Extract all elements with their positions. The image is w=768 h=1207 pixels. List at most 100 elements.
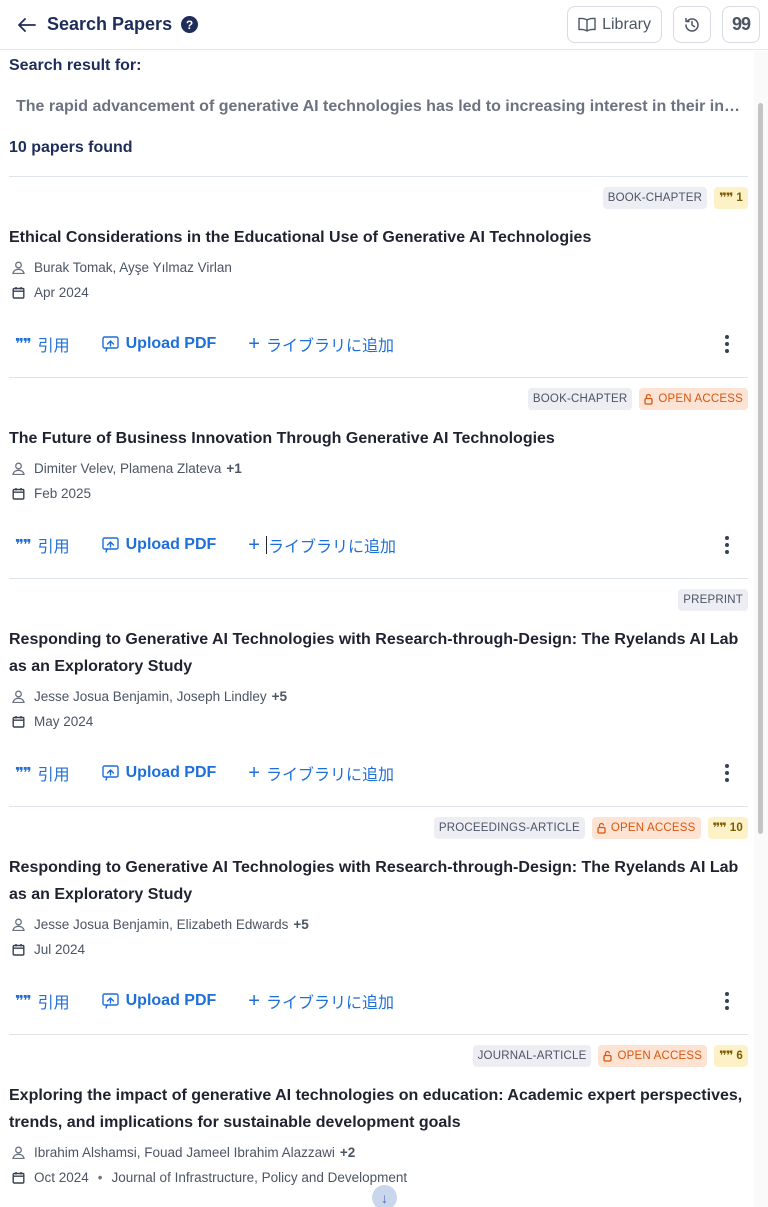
paper-actions: ❞❞ 引用 Upload PDF + ライブラリに追加: [9, 986, 748, 1016]
venue-text: Journal of Infrastructure, Policy and De…: [111, 1169, 408, 1185]
quote-icon: ❞❞: [719, 1048, 733, 1063]
add-to-library-button[interactable]: + ライブラリに追加: [248, 533, 396, 557]
divider: [9, 176, 748, 177]
quote-icon: 99: [731, 14, 751, 34]
upload-icon: [101, 336, 119, 352]
user-icon: [12, 918, 25, 931]
date-text: Oct 2024: [34, 1169, 89, 1185]
search-query-text: The rapid advancement of generative AI t…: [16, 98, 754, 115]
upload-pdf-button[interactable]: Upload PDF: [101, 536, 216, 554]
scrollbar[interactable]: [754, 51, 768, 1207]
book-icon: [578, 17, 596, 32]
date-text: May 2024: [34, 713, 94, 729]
citation-count-badge: ❞❞ 6: [714, 1045, 748, 1067]
paper-title[interactable]: Ethical Considerations in the Educationa…: [9, 224, 748, 251]
help-icon[interactable]: ?: [181, 16, 199, 33]
paper-authors: Jesse Josua Benjamin, Elizabeth Edwards …: [9, 915, 748, 933]
authors-text: Ibrahim Alshamsi, Fouad Jameel Ibrahim A…: [34, 1144, 335, 1160]
open-access-badge: OPEN ACCESS: [591, 817, 701, 839]
upload-pdf-button[interactable]: Upload PDF: [101, 335, 216, 353]
quote-icon: ❞❞: [15, 765, 32, 782]
date-text: Feb 2025: [34, 485, 92, 501]
back-arrow-icon[interactable]: [16, 14, 38, 36]
unlock-icon: [603, 1050, 613, 1062]
authors-text: Burak Tomak, Ayşe Yılmaz Virlan: [34, 259, 232, 275]
paper-title[interactable]: The Future of Business Innovation Throug…: [9, 425, 748, 452]
more-authors-count[interactable]: +5: [293, 917, 308, 932]
paper-title[interactable]: Responding to Generative AI Technologies…: [9, 626, 748, 680]
upload-pdf-button[interactable]: Upload PDF: [101, 992, 216, 1010]
user-icon: [12, 462, 25, 475]
page-title: Search Papers: [47, 14, 173, 34]
citation-count-badge: ❞❞ 10: [707, 817, 748, 839]
paper-title[interactable]: Responding to Generative AI Technologies…: [9, 854, 748, 908]
history-icon: [685, 17, 699, 32]
cite-button[interactable]: ❞❞ 引用: [15, 989, 70, 1013]
paper-authors: Jesse Josua Benjamin, Joseph Lindley +5: [9, 687, 748, 705]
more-vertical-icon[interactable]: [724, 335, 730, 353]
quote-icon: ❞❞: [712, 820, 727, 835]
user-icon: [12, 1146, 25, 1159]
scrollbar-thumb[interactable]: [758, 103, 763, 834]
add-to-library-button[interactable]: + ライブラリに追加: [248, 989, 394, 1013]
paper-authors: Burak Tomak, Ayşe Yılmaz Virlan: [9, 258, 748, 276]
paper-date: Oct 2024 • Journal of Infrastructure, Po…: [9, 1168, 748, 1186]
paper-authors: Dimiter Velev, Plamena Zlateva +1: [9, 459, 748, 477]
paper-type-badge: BOOK-CHAPTER: [527, 388, 633, 410]
cite-button[interactable]: ❞❞ 引用: [15, 761, 70, 785]
cite-button[interactable]: ❞❞ 引用: [15, 533, 70, 557]
calendar-icon: [12, 487, 25, 500]
paper-title[interactable]: Exploring the impact of generative AI te…: [9, 1082, 748, 1136]
add-to-library-button[interactable]: + ライブラリに追加: [248, 761, 394, 785]
arrow-down-icon[interactable]: ↓: [372, 1185, 397, 1207]
top-bar: Search Papers ? Library 99: [0, 0, 768, 50]
paper-card: JOURNAL-ARTICLE OPEN ACCESS ❞❞ 6 Explorin…: [9, 1045, 748, 1186]
citation-count-badge: ❞❞ 1: [714, 187, 748, 209]
paper-date: May 2024: [9, 712, 748, 730]
upload-pdf-button[interactable]: Upload PDF: [101, 764, 216, 782]
user-icon: [12, 690, 25, 703]
cite-button[interactable]: ❞❞ 引用: [15, 332, 70, 356]
text-cursor: [265, 536, 267, 554]
paper-actions: ❞❞ 引用 Upload PDF + ライブラリに追加: [9, 758, 748, 788]
results-panel: Search result for: The rapid advancement…: [0, 51, 754, 1207]
quote-icon: ❞❞: [15, 993, 32, 1010]
more-authors-count[interactable]: +2: [340, 1145, 355, 1160]
more-authors-count[interactable]: +5: [272, 689, 287, 704]
plus-icon: +: [248, 990, 260, 1012]
search-result-label: Search result for:: [9, 57, 142, 74]
citation-button[interactable]: 99: [722, 6, 760, 43]
library-button[interactable]: Library: [567, 6, 662, 43]
quote-icon: ❞❞: [15, 336, 32, 353]
paper-card: BOOK-CHAPTER OPEN ACCESS The Future of B…: [9, 388, 748, 579]
more-authors-count[interactable]: +1: [226, 461, 241, 476]
paper-type-badge: JOURNAL-ARTICLE: [472, 1045, 592, 1067]
upload-icon: [101, 765, 119, 781]
paper-type-badge: BOOK-CHAPTER: [602, 187, 708, 209]
add-to-library-button[interactable]: + ライブラリに追加: [248, 332, 394, 356]
authors-text: Jesse Josua Benjamin, Elizabeth Edwards: [34, 916, 289, 932]
paper-type-badge: PROCEEDINGS-ARTICLE: [433, 817, 585, 839]
paper-card: PROCEEDINGS-ARTICLE OPEN ACCESS ❞❞ 10 Res…: [9, 817, 748, 1035]
more-vertical-icon[interactable]: [724, 536, 730, 554]
open-access-badge: OPEN ACCESS: [639, 388, 748, 410]
unlock-icon: [597, 822, 606, 834]
paper-card: BOOK-CHAPTER ❞❞ 1 Ethical Considerations …: [9, 187, 748, 378]
plus-icon: +: [248, 534, 260, 556]
upload-icon: [101, 993, 119, 1009]
plus-icon: +: [248, 762, 260, 784]
date-text: Apr 2024: [34, 284, 89, 300]
date-text: Jul 2024: [34, 941, 86, 957]
results-count: 10 papers found: [9, 139, 133, 156]
separator-dot: •: [97, 1169, 103, 1185]
paper-authors: Ibrahim Alshamsi, Fouad Jameel Ibrahim A…: [9, 1143, 748, 1161]
history-button[interactable]: [673, 6, 711, 43]
calendar-icon: [12, 715, 25, 728]
authors-text: Dimiter Velev, Plamena Zlateva: [34, 460, 222, 476]
more-vertical-icon[interactable]: [724, 992, 730, 1010]
more-vertical-icon[interactable]: [724, 764, 730, 782]
paper-card: PREPRINT Responding to Generative AI Tec…: [9, 589, 748, 807]
calendar-icon: [12, 1171, 25, 1184]
open-access-badge: OPEN ACCESS: [598, 1045, 708, 1067]
upload-icon: [101, 537, 119, 553]
